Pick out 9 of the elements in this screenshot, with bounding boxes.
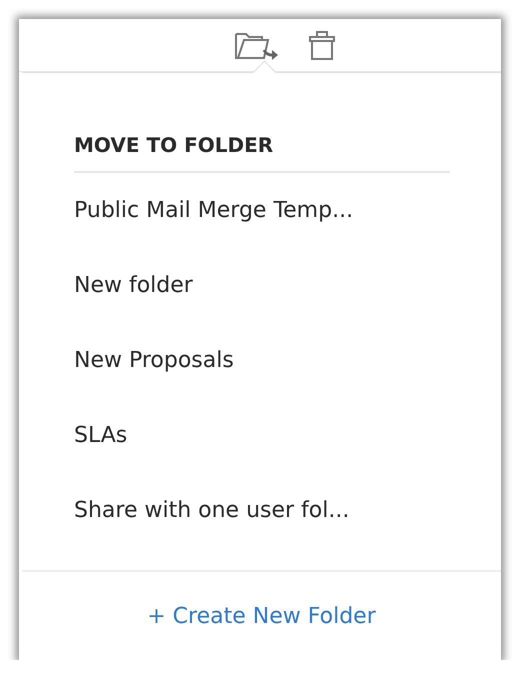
popover-title: MOVE TO FOLDER — [74, 133, 450, 173]
folder-item[interactable]: Share with one user fol... — [74, 498, 350, 523]
create-folder-link[interactable]: + Create New Folder — [147, 604, 376, 628]
trash-icon[interactable] — [308, 29, 336, 61]
folder-item[interactable]: New Proposals — [74, 348, 234, 373]
folder-item[interactable]: Public Mail Merge Temp... — [74, 198, 354, 223]
move-to-folder-icon[interactable] — [234, 30, 278, 60]
folder-item[interactable]: SLAs — [74, 423, 128, 448]
folder-item[interactable]: New folder — [74, 273, 193, 298]
